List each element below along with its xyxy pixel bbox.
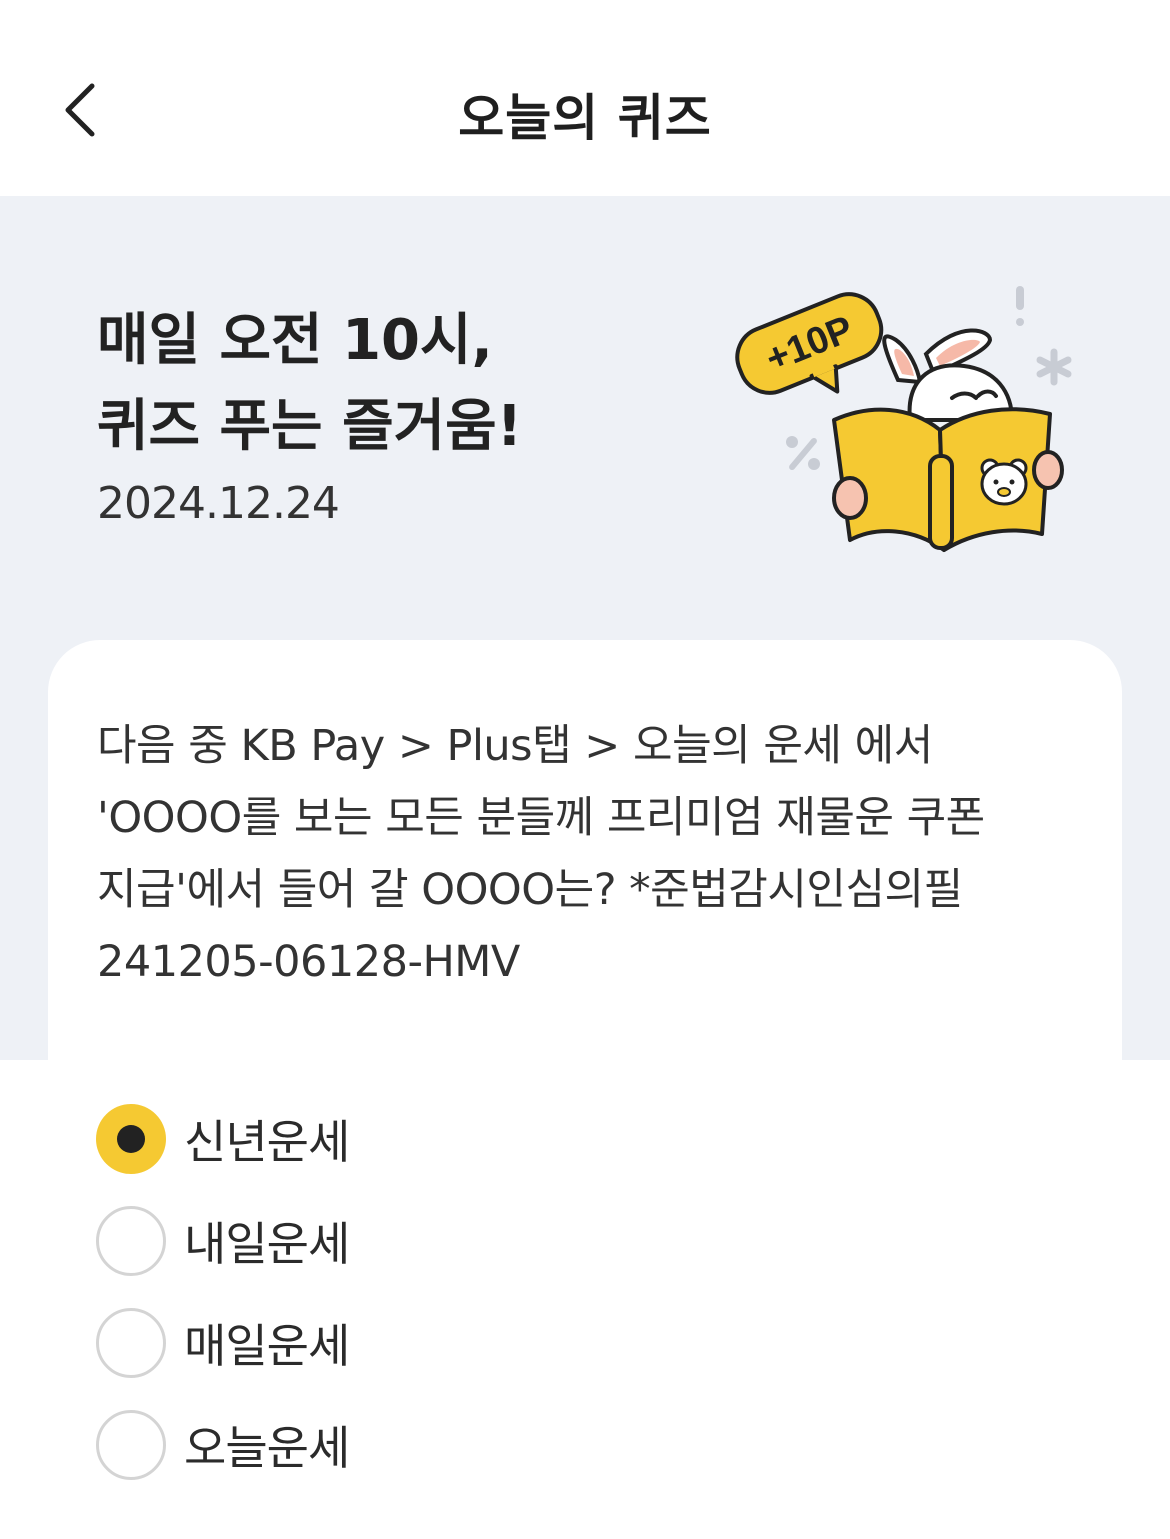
asterisk-decoration xyxy=(1036,348,1072,386)
rabbit-right-hand xyxy=(1032,450,1064,490)
top-bar: 오늘의 퀴즈 xyxy=(0,0,1170,196)
points-badge-bubble: +10P xyxy=(735,292,884,395)
radio-dot-icon xyxy=(117,1125,145,1153)
radio-button-selected[interactable] xyxy=(96,1104,166,1174)
page-title: 오늘의 퀴즈 xyxy=(458,89,712,147)
answer-label: 매일운세 xyxy=(184,1319,350,1373)
rabbit-left-hand xyxy=(832,476,868,520)
answer-option-3[interactable]: 매일운세 xyxy=(96,1292,996,1394)
radio-button[interactable] xyxy=(96,1308,166,1378)
exclamation-dot xyxy=(1016,318,1024,326)
question-text: 다음 중 KB Pay > Plus탭 > 오늘의 운세 에서 'OOOO를 보… xyxy=(97,710,1077,998)
yellow-book xyxy=(832,407,1052,552)
answer-label: 신년운세 xyxy=(184,1115,350,1169)
bear-logo xyxy=(980,458,1028,506)
banner-headline: 매일 오전 10시, 퀴즈 푸는 즐거움! xyxy=(97,298,657,470)
quiz-page: 오늘의 퀴즈 매일 오전 10시, 퀴즈 푸는 즐거움! 2024.12.24 … xyxy=(0,0,1170,1539)
quiz-date: 2024.12.24 xyxy=(97,478,340,529)
answer-label: 오늘운세 xyxy=(184,1421,350,1475)
headline-line-1: 매일 오전 10시, xyxy=(97,308,493,373)
answer-option-4[interactable]: 오늘운세 xyxy=(96,1394,996,1496)
question-line-3: 지급'에서 들어 갈 OOOO는? *준법감시인심의필 xyxy=(97,865,963,915)
question-line-1: 다음 중 KB Pay > Plus탭 > 오늘의 운세 에서 xyxy=(97,721,933,771)
radio-button[interactable] xyxy=(96,1206,166,1276)
answer-options: 신년운세 내일운세 매일운세 오늘운세 xyxy=(96,1088,996,1496)
answer-option-2[interactable]: 내일운세 xyxy=(96,1190,996,1292)
answer-label: 내일운세 xyxy=(184,1217,350,1271)
percent-decoration xyxy=(786,436,820,471)
radio-button[interactable] xyxy=(96,1410,166,1480)
question-line-2: 'OOOO를 보는 모든 분들께 프리미엄 재물운 쿠폰 xyxy=(97,793,985,843)
question-line-4: 241205-06128-HMV xyxy=(97,937,520,987)
exclamation-mark xyxy=(1016,286,1024,310)
answer-option-1[interactable]: 신년운세 xyxy=(96,1088,996,1190)
headline-line-2: 퀴즈 푸는 즐거움! xyxy=(97,394,523,459)
rabbit-reading-book-illustration: +10P xyxy=(735,286,1072,552)
